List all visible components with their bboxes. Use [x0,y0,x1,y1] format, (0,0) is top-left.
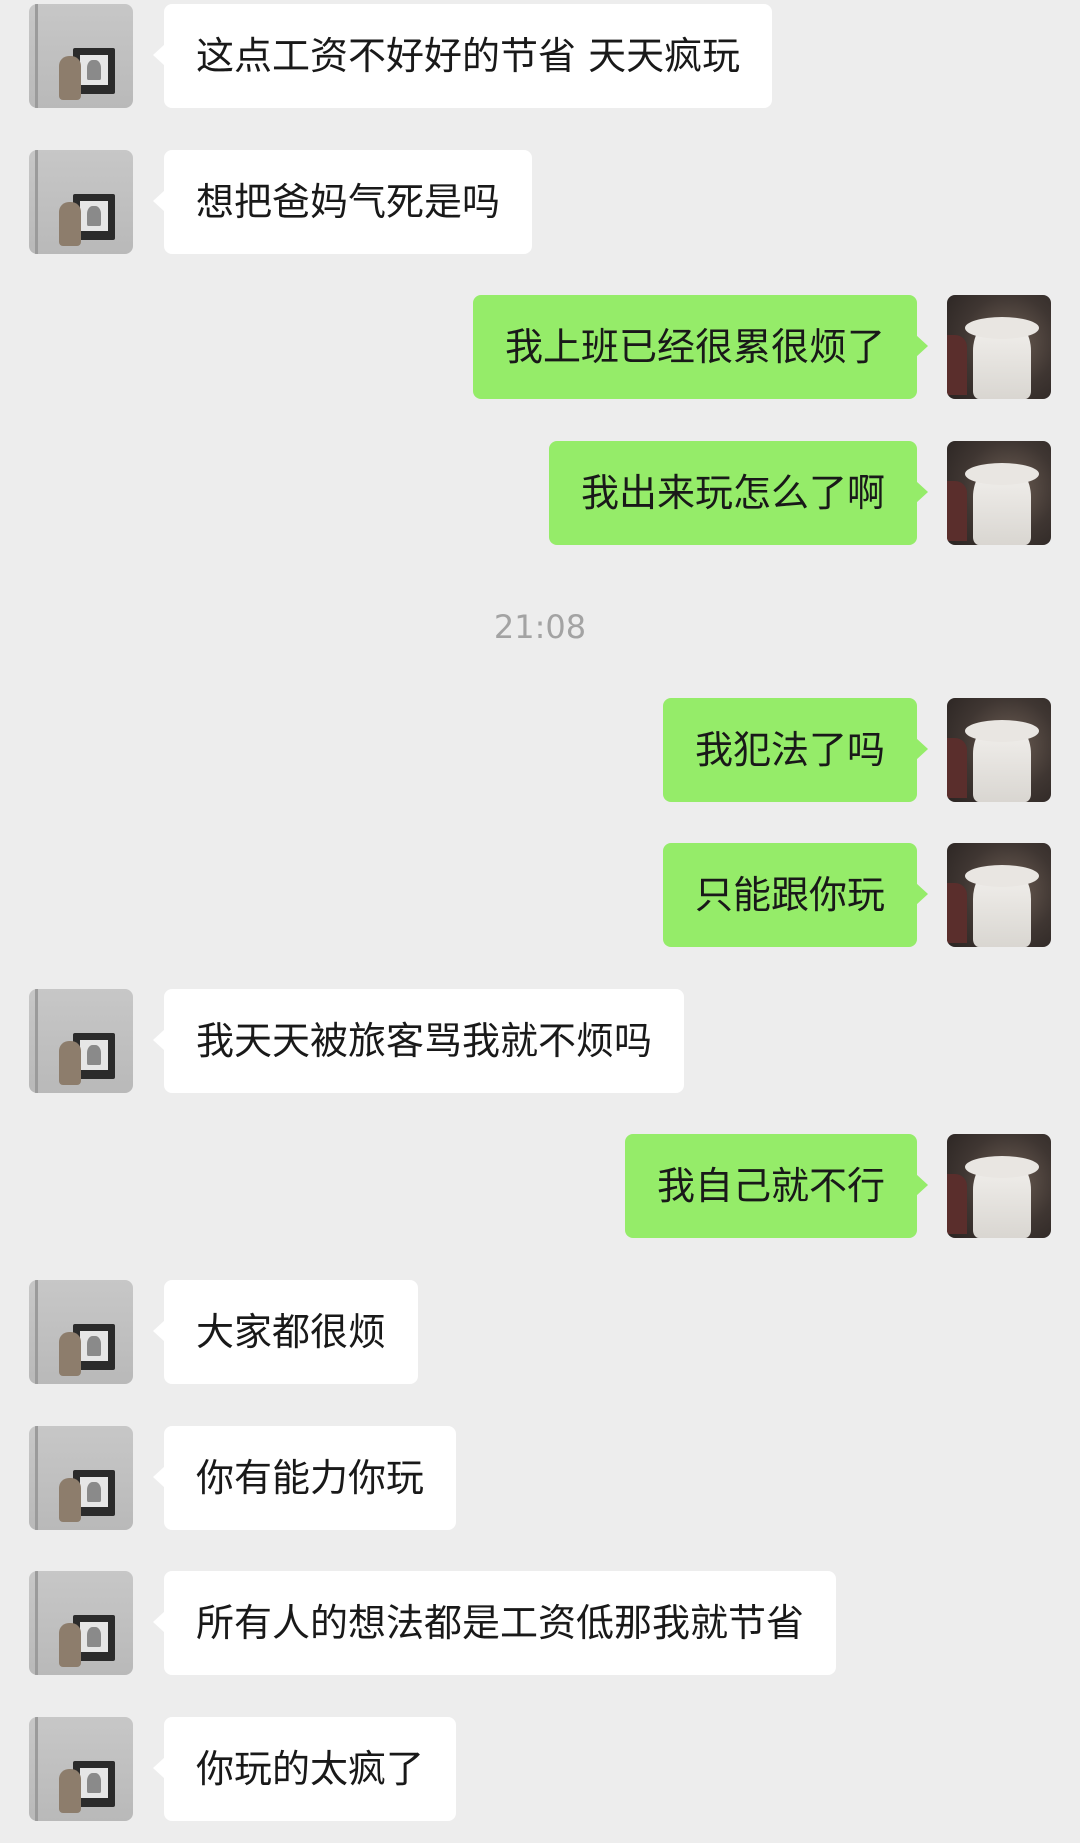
avatar-wall-edge [35,150,38,254]
avatar-person-figure [59,1478,81,1522]
incoming-message-bubble[interactable]: 想把爸妈气死是吗 [152,150,533,254]
avatar-shoulders [965,317,1039,339]
avatar-frame-picture [80,1331,108,1361]
contact-avatar[interactable] [29,1717,133,1821]
avatar-person-figure [59,1623,81,1667]
outgoing-message-bubble[interactable]: 只能跟你玩 [662,843,929,947]
message-row-incoming: 所有人的想法都是工资低那我就节省 [0,1571,1080,1675]
message-row-incoming: 想把爸妈气死是吗 [0,150,1080,254]
message-row-outgoing: 我自己就不行 [0,1134,1080,1238]
incoming-message-bubble[interactable]: 大家都很烦 [152,1280,419,1384]
contact-avatar[interactable] [29,989,133,1093]
avatar-person-figure [59,1332,81,1376]
contact-avatar[interactable] [29,4,133,108]
avatar-wall-edge [35,1717,38,1821]
message-row-incoming: 大家都很烦 [0,1280,1080,1384]
avatar-frame-picture [80,1040,108,1070]
incoming-message-bubble[interactable]: 所有人的想法都是工资低那我就节省 [152,1571,837,1675]
message-row-incoming: 你有能力你玩 [0,1426,1080,1530]
message-row-outgoing: 我犯法了吗 [0,698,1080,802]
avatar-person-figure [59,1041,81,1085]
incoming-message-bubble[interactable]: 我天天被旅客骂我就不烦吗 [152,989,685,1093]
message-row-outgoing: 我出来玩怎么了啊 [0,441,1080,545]
contact-avatar[interactable] [29,150,133,254]
avatar-frame-picture [80,1477,108,1507]
message-row-incoming: 你玩的太疯了 [0,1717,1080,1821]
avatar-shoulders [965,720,1039,742]
chat-message-list[interactable]: 这点工资不好好的节省 天天疯玩 想把爸妈气死是吗 我上班已经很累很烦了 我出来玩… [0,0,1080,1843]
avatar-person-figure [59,1769,81,1813]
avatar-person-figure [59,56,81,100]
avatar-wall-edge [35,1426,38,1530]
incoming-message-bubble[interactable]: 你玩的太疯了 [152,1717,457,1821]
message-row-outgoing: 我上班已经很累很烦了 [0,295,1080,399]
avatar-chair [947,738,967,798]
avatar-wall-edge [35,1280,38,1384]
avatar-wall-edge [35,1571,38,1675]
avatar-frame-picture [80,1622,108,1652]
incoming-message-bubble[interactable]: 你有能力你玩 [152,1426,457,1530]
message-row-outgoing: 只能跟你玩 [0,843,1080,947]
avatar-chair [947,883,967,943]
outgoing-message-bubble[interactable]: 我自己就不行 [624,1134,929,1238]
avatar-chair [947,1174,967,1234]
outgoing-message-bubble[interactable]: 我上班已经很累很烦了 [472,295,929,399]
own-avatar[interactable] [947,843,1051,947]
avatar-frame-picture [80,1768,108,1798]
outgoing-message-bubble[interactable]: 我出来玩怎么了啊 [548,441,929,545]
incoming-message-bubble[interactable]: 这点工资不好好的节省 天天疯玩 [152,4,773,108]
avatar-shoulders [965,463,1039,485]
own-avatar[interactable] [947,1134,1051,1238]
avatar-person-figure [59,202,81,246]
contact-avatar[interactable] [29,1571,133,1675]
avatar-shoulders [965,865,1039,887]
avatar-frame-picture [80,55,108,85]
outgoing-message-bubble[interactable]: 我犯法了吗 [662,698,929,802]
contact-avatar[interactable] [29,1280,133,1384]
own-avatar[interactable] [947,698,1051,802]
avatar-wall-edge [35,4,38,108]
avatar-frame-picture [80,201,108,231]
message-row-incoming: 我天天被旅客骂我就不烦吗 [0,989,1080,1093]
avatar-chair [947,481,967,541]
message-timestamp: 21:08 [493,608,587,646]
avatar-wall-edge [35,989,38,1093]
contact-avatar[interactable] [29,1426,133,1530]
avatar-shoulders [965,1156,1039,1178]
message-row-incoming: 这点工资不好好的节省 天天疯玩 [0,4,1080,108]
own-avatar[interactable] [947,295,1051,399]
own-avatar[interactable] [947,441,1051,545]
avatar-chair [947,335,967,395]
